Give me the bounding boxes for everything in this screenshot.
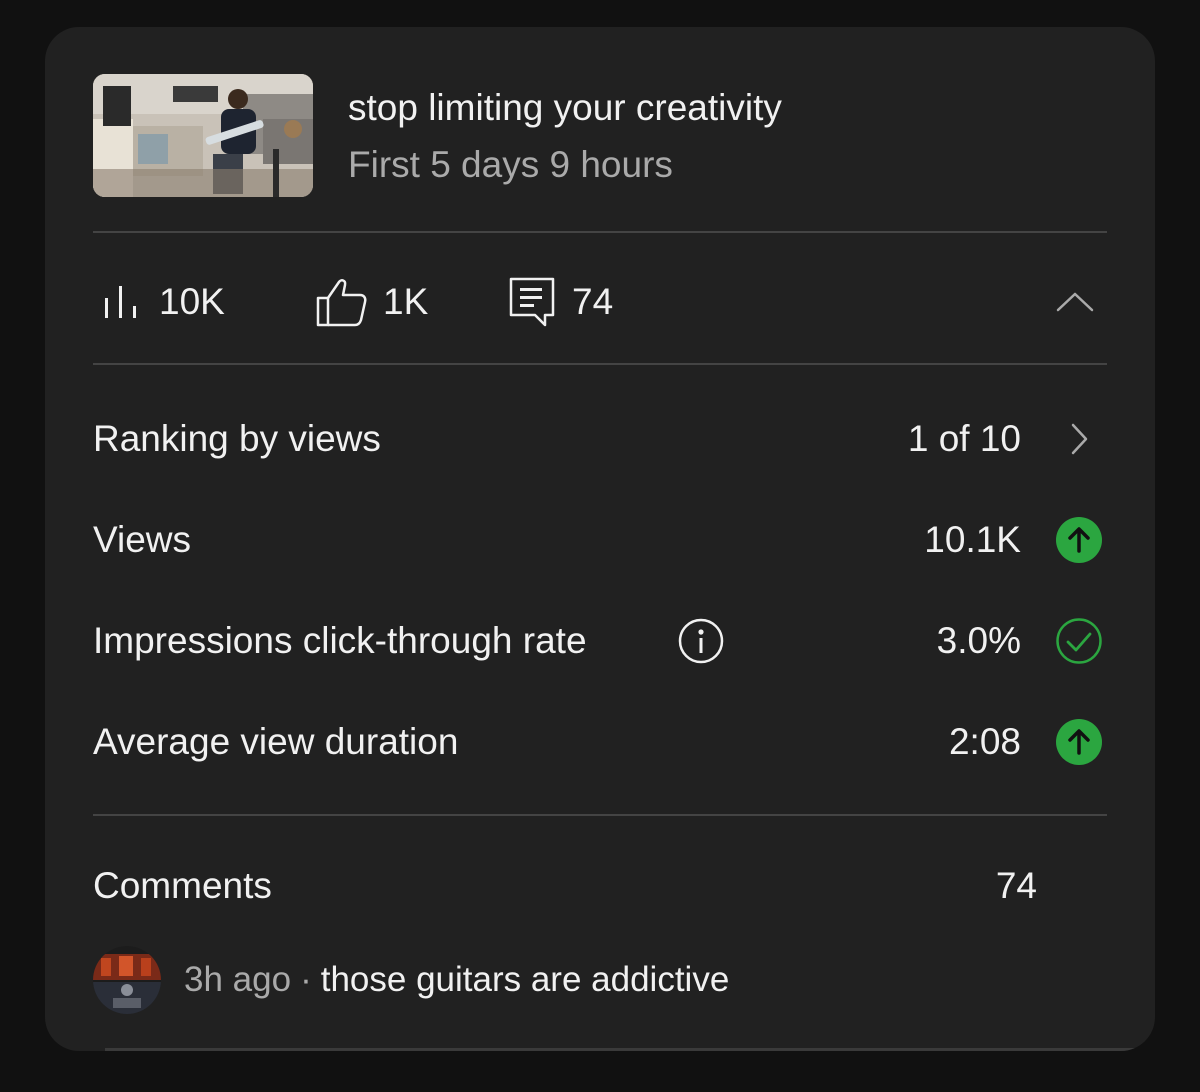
metric-label: Impressions click-through rate [93, 620, 587, 661]
arrow-up-circle-icon [1056, 517, 1102, 563]
comment-time: 3h ago [184, 960, 292, 999]
comments-stat: 74 [508, 277, 613, 327]
metric-impressions-ctr: Impressions click-through rate 3.0% [93, 611, 1107, 671]
comment-text: those guitars are addictive [320, 960, 730, 999]
divider [93, 231, 1107, 233]
card-bottom-edge [105, 1048, 1155, 1051]
likes-count: 1K [383, 281, 429, 322]
views-stat: 10K [101, 277, 225, 327]
info-icon [678, 618, 724, 664]
metric-average-view-duration: Average view duration 2:08 [93, 712, 1107, 772]
metric-label: Average view duration [93, 721, 459, 762]
metric-trail [1055, 617, 1103, 665]
metric-value: 1 of 10 [907, 418, 1021, 459]
comments-heading: Comments [93, 865, 272, 906]
metric-trail [1055, 516, 1103, 564]
metric-label: Views [93, 519, 192, 560]
metric-value: 10.1K [924, 519, 1021, 560]
video-analytics-card: stop limiting your creativity First 5 da… [45, 27, 1155, 1051]
bar-chart-icon [105, 286, 136, 318]
metric-trail [1055, 718, 1103, 766]
info-button[interactable] [677, 617, 725, 665]
metric-value: 3.0% [936, 620, 1021, 661]
comments-stat-count: 74 [572, 281, 614, 322]
metric-value: 2:08 [948, 721, 1021, 762]
comment-icon [509, 277, 555, 327]
chevron-up-icon [1056, 292, 1094, 312]
check-circle-icon [1056, 618, 1102, 664]
metric-views: Views 10.1K [93, 510, 1107, 570]
comment-separator: · [300, 960, 312, 999]
divider [93, 363, 1107, 365]
video-time-range: First 5 days 9 hours [348, 144, 673, 185]
thumbs-up-icon [316, 279, 367, 327]
latest-comment[interactable]: 3h ago · those guitars are addictive [93, 945, 729, 1015]
avatar-image [93, 946, 161, 1014]
collapse-button[interactable] [1047, 279, 1103, 325]
chevron-right-icon [1071, 423, 1088, 455]
comments-count: 74 [995, 865, 1037, 906]
views-count: 10K [159, 281, 225, 322]
metric-ranking-by-views[interactable]: Ranking by views 1 of 10 [93, 409, 1107, 469]
divider [93, 814, 1107, 816]
video-title: stop limiting your creativity [348, 87, 782, 128]
likes-stat: 1K [315, 277, 428, 327]
thumbnail-image [93, 74, 313, 197]
video-thumbnail[interactable] [93, 74, 313, 197]
avatar [93, 946, 161, 1014]
arrow-up-circle-icon [1056, 719, 1102, 765]
metric-label: Ranking by views [93, 418, 381, 459]
metric-trail [1055, 415, 1103, 463]
